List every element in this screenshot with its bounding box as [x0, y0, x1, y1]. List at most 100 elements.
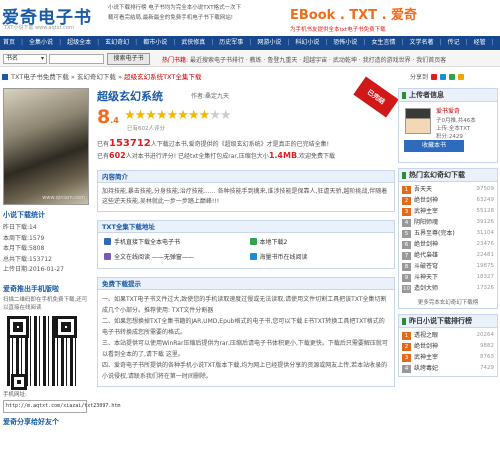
nav-separator: |	[287, 39, 290, 46]
nav-item[interactable]: 文学名著	[410, 39, 434, 46]
stat-month: 本月下载:5808	[3, 245, 45, 252]
qzone-icon[interactable]	[439, 74, 446, 80]
rank-book-name[interactable]: 透视之眼	[414, 330, 477, 341]
stat-total: 总共下载:153712	[3, 255, 52, 263]
right-column: 上传者信息 爱书爱奇 子0月推,共46本 上传:全本TXT 积分:2429 收藏…	[398, 88, 498, 382]
weibo-icon[interactable]	[430, 74, 437, 80]
nav-separator: |	[97, 39, 100, 46]
rank-count: 22481	[476, 252, 495, 258]
rank-book-name[interactable]: 绝世剑神	[414, 341, 480, 352]
nav-item[interactable]: 科幻小说	[295, 39, 319, 46]
rank-number: 1	[402, 331, 411, 340]
rank-count: 19875	[476, 263, 495, 269]
info-text: 已有	[97, 141, 110, 148]
rank-book-name[interactable]: 吾天天	[414, 184, 477, 195]
uploader-name[interactable]: 爱书爱奇	[436, 106, 460, 115]
rank-item[interactable]: 6 绝世剑神 23476	[402, 239, 494, 250]
nav-item[interactable]: 经管	[474, 39, 486, 46]
tip-item: 一、如果TXT电子书文件过大,致使您的手机读取速度过慢或无法读取,请使用文件切割…	[102, 296, 387, 314]
rank-book-name[interactable]: 纨绔毒妃	[414, 363, 480, 374]
rank-item[interactable]: 9 斗神天下 18327	[402, 272, 494, 283]
rank-item[interactable]: 10 造剑大师 17326	[402, 283, 494, 294]
rank-item[interactable]: 2 绝世剑神 63249	[402, 195, 494, 206]
hot-rank-box: 热门玄幻奇幻下载 1 吾天天 97509 2 绝世剑神 63249 3 武神主宰 55128 4 阴…	[398, 168, 498, 309]
rank-item[interactable]: 4 纨绔毒妃 7429	[402, 363, 494, 374]
collect-button[interactable]: 收藏本书	[404, 140, 464, 152]
nav-item[interactable]: 女生言情	[371, 39, 395, 46]
nav-item[interactable]: 超级全本	[67, 39, 91, 46]
qr-title: 爱奇推出手机版啦	[3, 284, 59, 293]
plus-icon[interactable]	[457, 74, 464, 80]
rank-book-name[interactable]: 斗神天下	[414, 272, 477, 283]
nav-separator: |	[211, 39, 214, 46]
nav-item[interactable]: 历史军事	[219, 39, 243, 46]
header-tip-line2: 载可看完结局,最新最全的免费手机电子书下载网站!	[108, 15, 233, 21]
star-rating-icon[interactable]: ★★★★★★★★★★	[124, 108, 232, 123]
read-online-link[interactable]: 全文在线阅读 ——无弹窗——	[102, 252, 245, 264]
cover-watermark: www.qiniam.com	[42, 195, 85, 201]
search-button[interactable]: 搜索电子书	[107, 53, 150, 65]
rank-item[interactable]: 3 武神主宰 8763	[402, 352, 494, 363]
book-author[interactable]: 作者:桑定九天	[191, 91, 229, 100]
nav-item[interactable]: 武侠修真	[181, 39, 205, 46]
rank-item[interactable]: 2 绝世剑神 9882	[402, 341, 494, 352]
nav-item[interactable]: 玄幻奇幻	[105, 39, 129, 46]
nav-item[interactable]: 首页	[3, 39, 15, 46]
nav-separator: |	[59, 39, 62, 46]
rank-count: 18327	[476, 274, 495, 280]
rank-book-name[interactable]: 武神主宰	[414, 352, 480, 363]
rank-item[interactable]: 1 吾天天 97509	[402, 184, 494, 195]
nav-item[interactable]: 都市小说	[143, 39, 167, 46]
hot-items[interactable]: 最近搜索电子书排行 · 教练 · 鲁登九重天 · 超越宇宙 · 武动乾坤 · 我…	[190, 57, 446, 64]
info-line1: 已有153712人下载过本书,爱奇提供的《超级玄幻系统》才是真正的已完结全集!	[97, 138, 395, 150]
download-label: 本地下载2	[259, 239, 288, 246]
coin-read-link[interactable]: 海量书币在线阅读	[248, 252, 391, 264]
yesterday-rank-box: 昨日小说下载排行榜 1 透视之眼 20264 2 绝世剑神 9882 3 武神主宰 8763 4 纨…	[398, 314, 498, 377]
logo-subtitle: TXT小说下载 www.aqtxt.com	[4, 25, 74, 31]
site-logo[interactable]: 爱奇电子书 TXT小说下载 www.aqtxt.com	[2, 2, 104, 32]
tip-item: 四、爱奇电子书所提供的各种手机小说TXT版本下载,均为网上已经提供分享的资源或网…	[102, 362, 388, 380]
mobile-url-field[interactable]: http://m.aqtxt.com/xiazai/txt23097.htm	[3, 399, 120, 413]
download-mobile-link[interactable]: 手机直接下载全本电子书	[102, 237, 245, 249]
rank-book-name[interactable]: 绝世剑神	[414, 195, 477, 206]
nav-item[interactable]: 恐怖小说	[333, 39, 357, 46]
rank-book-name[interactable]: 斗破苍穹	[414, 261, 477, 272]
rank-item[interactable]: 3 武神主宰 55128	[402, 206, 494, 217]
tips-section: 免费下载提示 一、如果TXT电子书文件过大,致使您的手机读取速度过慢或无法读取,…	[97, 277, 395, 387]
rank-item[interactable]: 4 阴阳师魂 39126	[402, 217, 494, 228]
download-title: TXT全集下载地址	[98, 221, 394, 233]
breadcrumb-category[interactable]: 玄幻奇幻下载	[77, 73, 116, 81]
avatar[interactable]	[405, 108, 431, 134]
book-cover[interactable]: www.qiniam.com	[3, 88, 89, 205]
rank-book-name[interactable]: 武神主宰	[414, 206, 477, 217]
search-input[interactable]	[49, 54, 104, 64]
breadcrumb-arrow: »	[118, 73, 122, 81]
download-local-link[interactable]: 本地下载2	[248, 237, 391, 249]
info-text: 人对本书进行评分! 已经txt全集打包成rar,压缩包大小	[125, 153, 269, 160]
wechat-icon[interactable]	[448, 74, 455, 80]
ebook-banner-subtitle: 为手机书友提供全本txt电子书免费下载	[290, 27, 386, 33]
nav-item[interactable]: 传记	[448, 39, 460, 46]
rank-book-name[interactable]: 造剑大师	[414, 283, 477, 294]
uploader-title: 上传者信息	[399, 89, 497, 102]
rank-item[interactable]: 5 五界至尊(完本) 31104	[402, 228, 494, 239]
ebook-banner[interactable]: EBook . TXT . 爱奇 为手机书友提供全本txt电子书免费下载	[290, 4, 495, 33]
rank-item[interactable]: 8 斗破苍穹 19875	[402, 261, 494, 272]
more-link[interactable]: 更多完本玄幻奇幻下载榜	[399, 296, 497, 308]
yesterday-rank-title: 昨日小说下载排行榜	[399, 315, 497, 328]
nav-item[interactable]: 网游小说	[257, 39, 281, 46]
download-label: 全文在线阅读 ——无弹窗——	[114, 254, 194, 261]
left-column: www.qiniam.com 小说下载统计 昨日下载:14 本周下载:1579 …	[3, 88, 120, 427]
rank-book-name[interactable]: 绝代枭雄	[414, 250, 477, 261]
rank-book-name[interactable]: 阴阳师魂	[414, 217, 477, 228]
nav-separator: |	[325, 39, 328, 46]
breadcrumb-home[interactable]: TXT电子书免费下载	[11, 73, 69, 81]
search-type-select[interactable]: 书名	[3, 54, 47, 64]
nav-item[interactable]: 全集小说	[29, 39, 53, 46]
intro-section: 内容简介 加持技能,暴击技能,分身技能,治疗技能…… 各种技能手到擒来,谁涉技能…	[97, 170, 395, 212]
rank-book-name[interactable]: 五界至尊(完本)	[414, 228, 477, 239]
rank-book-name[interactable]: 绝世剑神	[414, 239, 477, 250]
rank-count: 31104	[476, 230, 495, 236]
rank-item[interactable]: 7 绝代枭雄 22481	[402, 250, 494, 261]
rank-item[interactable]: 1 透视之眼 20264	[402, 330, 494, 341]
